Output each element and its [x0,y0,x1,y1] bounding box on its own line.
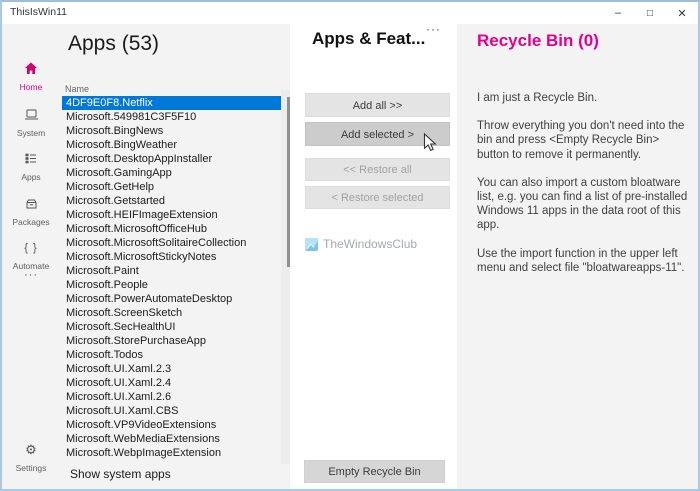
sidebar-item-packages[interactable]: Packages [2,197,60,227]
package-box-icon [2,197,60,211]
list-item[interactable]: Microsoft.People [62,278,281,292]
list-item[interactable]: Microsoft.PowerAutomateDesktop [62,292,281,306]
title-bar: ThisIsWin11 – □ ✕ [2,2,698,24]
watermark-text: TheWindowsClub [323,237,418,251]
transfer-panel-title: Apps & Feat... [312,29,426,48]
sidebar-item-more[interactable]: ··· [2,268,60,282]
sidebar-item-label: Packages [12,217,50,227]
show-system-apps-link[interactable]: Show system apps [70,467,171,481]
sidebar-item-label: Home [19,82,43,92]
sidebar-item-home[interactable]: Home [2,62,60,92]
column-header-name: Name [65,84,90,94]
laptop-icon [2,108,60,122]
list-item[interactable]: Microsoft.HEIFImageExtension [62,208,281,222]
list-item[interactable]: Microsoft.GamingApp [62,166,281,180]
list-item[interactable]: Microsoft.549981C3F5F10 [62,110,281,124]
sidebar-item-label: System [16,128,46,138]
list-item[interactable]: Microsoft.BingNews [62,124,281,138]
recycle-paragraph: You can also import a custom bloatware l… [477,176,688,232]
list-item[interactable]: 4DF9E0F8.Netflix [62,96,281,110]
add-selected-button[interactable]: Add selected > [305,122,450,146]
list-item[interactable]: Microsoft.SecHealthUI [62,320,281,334]
recycle-paragraph: Use the import function in the upper lef… [477,247,685,274]
braces-icon: { } [24,242,38,254]
window-title: ThisIsWin11 [10,6,67,18]
watermark: TheWindowsClub [305,237,417,251]
empty-recycle-bin-button[interactable]: Empty Recycle Bin [304,460,445,483]
page-title: Apps (53) [68,32,160,55]
maximize-button[interactable]: □ [634,2,666,24]
recycle-bin-description: I am just a Recycle Bin. Throw everythin… [477,91,693,289]
sidebar-item-settings[interactable]: ⚙ Settings [2,442,60,474]
home-icon [2,62,60,76]
sidebar-item-system[interactable]: System [2,108,60,138]
window-controls: – □ ✕ [602,2,698,24]
sidebar-item-apps[interactable]: Apps [2,152,60,182]
list-item[interactable]: Microsoft.WebMediaExtensions [62,432,281,446]
add-all-button[interactable]: Add all >> [305,93,450,117]
list-item[interactable]: Microsoft.MicrosoftStickyNotes [62,250,281,264]
close-button[interactable]: ✕ [666,2,698,24]
recycle-paragraph: Throw everything you don't need into the… [477,120,685,161]
list-item[interactable]: Microsoft.StorePurchaseApp [62,334,281,348]
restore-selected-button[interactable]: < Restore selected [305,186,450,209]
list-item[interactable]: Microsoft.BingWeather [62,138,281,152]
list-item[interactable]: Microsoft.UI.Xaml.2.6 [62,390,281,404]
gear-icon: ⚙ [25,442,37,457]
app-window: ThisIsWin11 – □ ✕ Home System Apps Packa… [0,0,700,491]
sidebar-item-automate[interactable]: { } Automate [2,241,60,271]
list-item[interactable]: Microsoft.MicrosoftSolitaireCollection [62,236,281,250]
list-icon [2,152,60,166]
recycle-paragraph: I am just a Recycle Bin. [477,92,598,104]
app-list: 4DF9E0F8.Netflix Microsoft.549981C3F5F10 M… [62,96,281,460]
list-item[interactable]: Microsoft.Getstarted [62,194,281,208]
list-item[interactable]: Microsoft.Paint [62,264,281,278]
sidebar-item-label: Apps [21,172,41,182]
recycle-bin-title: Recycle Bin (0) [477,31,599,50]
thewindowsclub-logo-icon [305,237,318,251]
ellipsis-menu-icon[interactable]: ··· [426,22,441,36]
list-item[interactable]: Microsoft.UI.Xaml.2.4 [62,376,281,390]
list-item[interactable]: Microsoft.UI.Xaml.CBS [62,404,281,418]
list-item[interactable]: Microsoft.GetHelp [62,180,281,194]
list-item[interactable]: Microsoft.DesktopAppInstaller [62,152,281,166]
restore-all-button[interactable]: << Restore all [305,158,450,181]
more-icon: ··· [24,269,38,281]
list-item[interactable]: Microsoft.WebpImageExtension [62,446,281,460]
list-item[interactable]: Microsoft.ScreenSketch [62,306,281,320]
list-item[interactable]: Microsoft.MicrosoftOfficeHub [62,222,281,236]
minimize-button[interactable]: – [602,2,634,24]
sidebar-item-label: Settings [15,463,47,473]
list-item[interactable]: Microsoft.Todos [62,348,281,362]
list-item[interactable]: Microsoft.UI.Xaml.2.3 [62,362,281,376]
list-item[interactable]: Microsoft.VP9VideoExtensions [62,418,281,432]
